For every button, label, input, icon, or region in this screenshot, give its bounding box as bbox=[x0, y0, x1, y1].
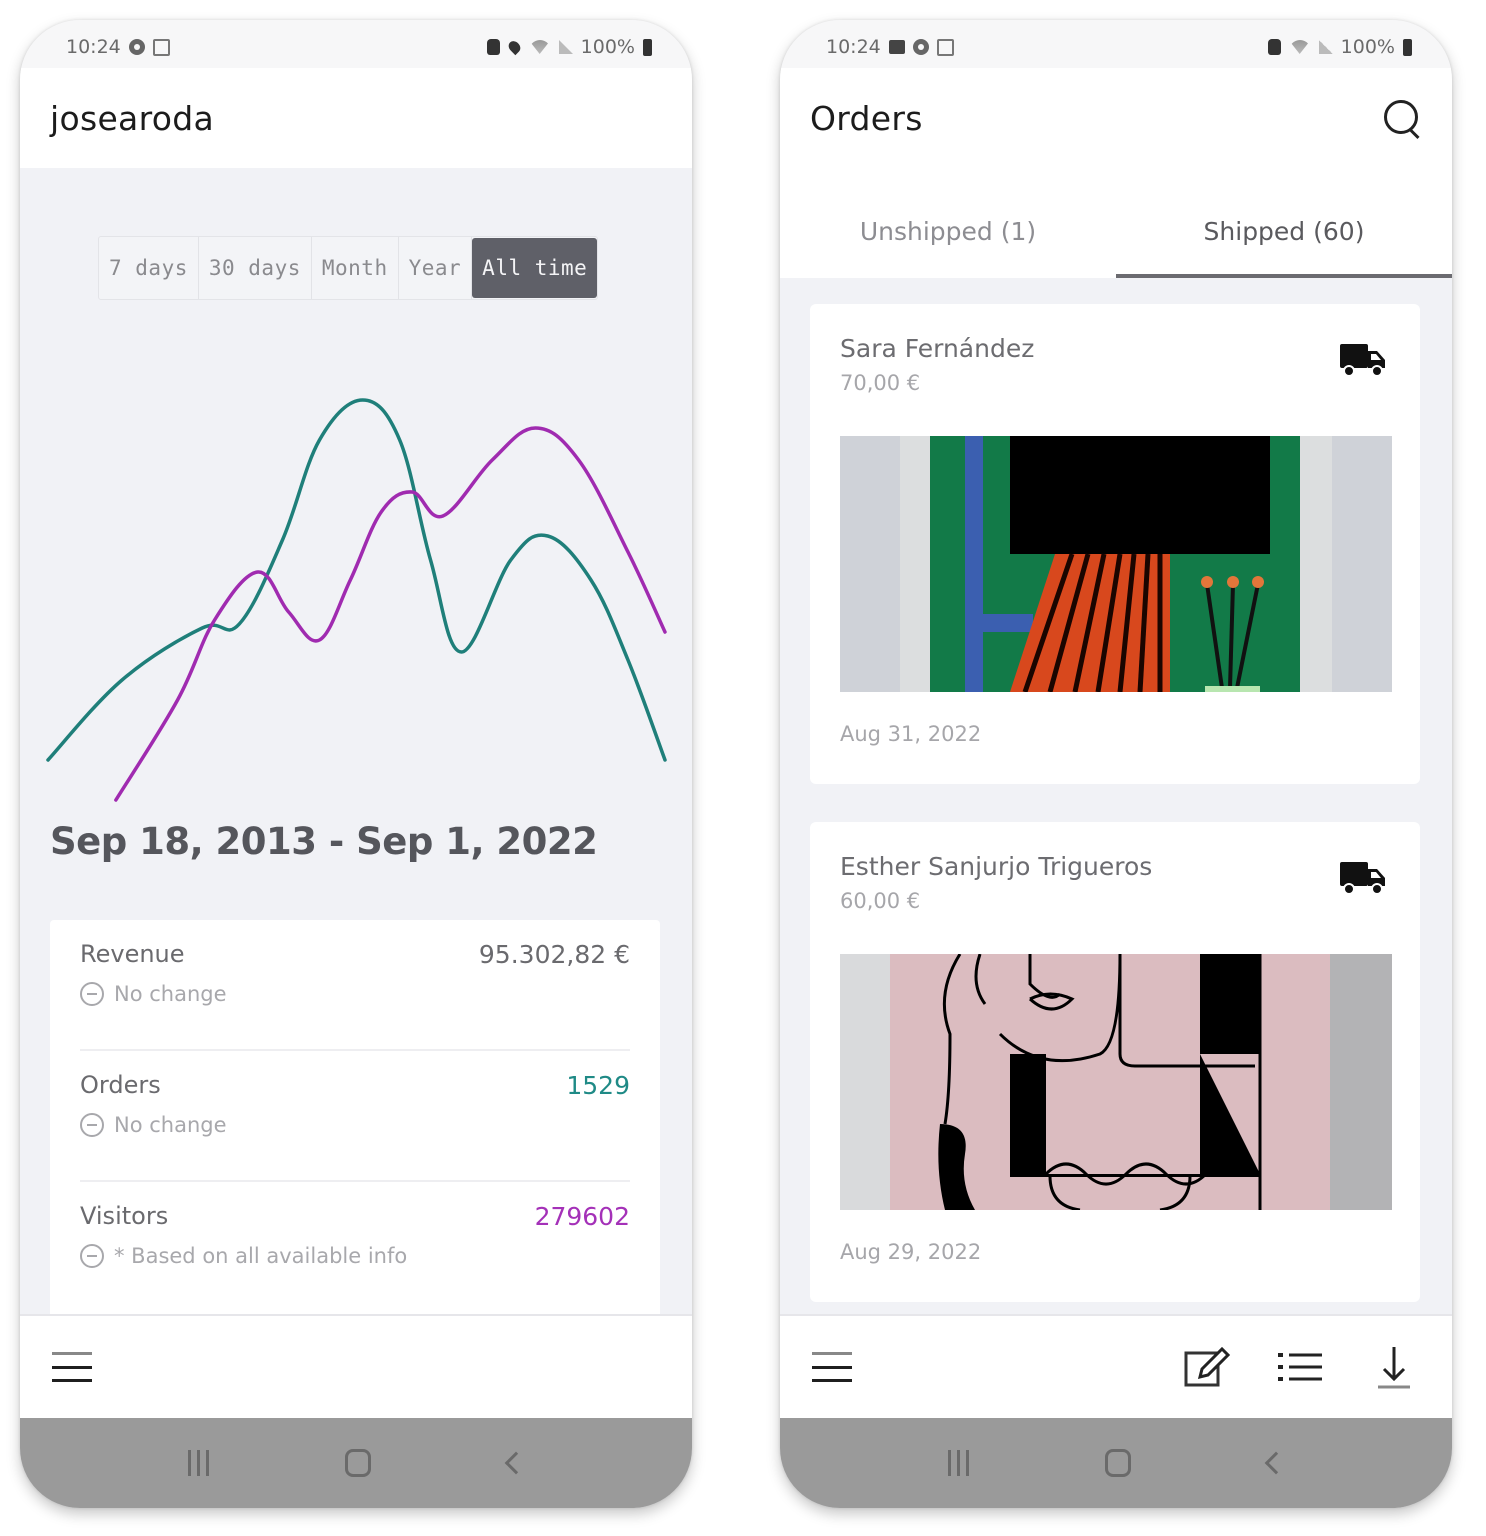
date-range-label: Sep 18, 2013 - Sep 1, 2022 bbox=[50, 820, 598, 863]
search-icon[interactable] bbox=[1382, 98, 1422, 138]
range-option-month[interactable]: Month bbox=[312, 237, 399, 299]
battery-percent: 100% bbox=[580, 36, 635, 58]
bottom-app-bar bbox=[20, 1314, 692, 1418]
system-nav-bar bbox=[20, 1418, 692, 1508]
dashboard-screen: 10:24 100% josearoda 7 days 30 days Mont… bbox=[20, 20, 692, 1508]
download-icon[interactable] bbox=[1368, 1341, 1420, 1393]
settings-notification-icon bbox=[912, 39, 929, 55]
stat-value-revenue: 95.302,82 € bbox=[478, 940, 630, 969]
status-bar: 10:24 100% bbox=[20, 20, 692, 68]
calendar-notification-icon bbox=[936, 38, 954, 56]
stat-label: Orders bbox=[80, 1071, 161, 1099]
order-date: Aug 31, 2022 bbox=[840, 722, 982, 746]
status-bar: 10:24 100% bbox=[780, 20, 1452, 68]
recent-apps-icon[interactable] bbox=[188, 1450, 210, 1476]
order-card[interactable]: Esther Sanjurjo Trigueros 60,00 € Aug 29… bbox=[810, 822, 1420, 1302]
list-icon[interactable] bbox=[1274, 1341, 1326, 1393]
stat-note: * Based on all available info bbox=[114, 1244, 408, 1268]
range-option-7-days[interactable]: 7 days bbox=[99, 237, 199, 299]
status-time: 10:24 bbox=[826, 36, 881, 58]
edit-icon[interactable] bbox=[1180, 1341, 1232, 1393]
stat-value-visitors: 279602 bbox=[534, 1202, 630, 1231]
status-time: 10:24 bbox=[66, 36, 121, 58]
stat-change: No change bbox=[114, 1113, 227, 1137]
truck-icon bbox=[1340, 862, 1385, 895]
home-icon[interactable] bbox=[345, 1449, 372, 1477]
no-change-icon bbox=[80, 982, 104, 1006]
stat-row-revenue: Revenue 95.302,82 € No change bbox=[80, 920, 630, 1051]
orders-screen: 10:24 100% Orders Unshipped (1) Shipped … bbox=[780, 20, 1452, 1508]
bottom-app-bar bbox=[780, 1314, 1452, 1418]
range-option-all-time[interactable]: All time bbox=[472, 238, 598, 298]
tab-unshipped[interactable]: Unshipped (1) bbox=[780, 168, 1116, 278]
battery-percent: 100% bbox=[1340, 36, 1395, 58]
product-image-woman-line-print bbox=[840, 954, 1392, 1210]
recent-apps-icon[interactable] bbox=[948, 1450, 970, 1476]
time-range-selector: 7 days 30 days Month Year All time bbox=[98, 236, 599, 300]
wifi-icon bbox=[528, 40, 551, 54]
range-option-30-days[interactable]: 30 days bbox=[199, 237, 312, 299]
page-title: Orders bbox=[810, 98, 923, 138]
tab-shipped[interactable]: Shipped (60) bbox=[1116, 168, 1452, 278]
product-image-jellyfish-print bbox=[840, 436, 1392, 692]
order-card[interactable]: Sara Fernández 70,00 € Aug 31, 2022 bbox=[810, 304, 1420, 784]
alarm-icon bbox=[486, 39, 500, 55]
hamburger-menu-icon[interactable] bbox=[52, 1352, 92, 1382]
stat-row-visitors: Visitors 279602 * Based on all available… bbox=[80, 1182, 630, 1313]
home-icon[interactable] bbox=[1105, 1449, 1132, 1477]
order-date: Aug 29, 2022 bbox=[840, 1240, 982, 1264]
chart-series-visitors bbox=[114, 426, 667, 802]
customer-name: Sara Fernández bbox=[840, 334, 1035, 363]
stats-card: Revenue 95.302,82 € No change Orders 152… bbox=[50, 920, 660, 1340]
calendar-notification-icon bbox=[152, 38, 170, 56]
stat-value-orders: 1529 bbox=[566, 1071, 630, 1100]
app-header: josearoda bbox=[20, 68, 692, 168]
order-amount: 60,00 € bbox=[840, 889, 921, 913]
stat-row-orders: Orders 1529 No change bbox=[80, 1051, 630, 1182]
order-tabs: Unshipped (1) Shipped (60) bbox=[780, 168, 1452, 278]
stats-line-chart bbox=[46, 398, 667, 802]
truck-icon bbox=[1340, 344, 1385, 377]
alarm-icon bbox=[1267, 39, 1281, 55]
battery-icon bbox=[643, 38, 652, 56]
stat-change: No change bbox=[114, 982, 227, 1006]
store-name: josearoda bbox=[50, 98, 214, 138]
back-icon[interactable] bbox=[504, 1451, 528, 1475]
signal-icon bbox=[1318, 40, 1333, 54]
range-option-year[interactable]: Year bbox=[399, 237, 473, 299]
gallery-notification-icon bbox=[888, 40, 905, 54]
back-icon[interactable] bbox=[1264, 1451, 1288, 1475]
system-nav-bar bbox=[780, 1418, 1452, 1508]
hamburger-menu-icon[interactable] bbox=[812, 1352, 852, 1382]
battery-icon bbox=[1403, 38, 1412, 56]
order-amount: 70,00 € bbox=[840, 371, 921, 395]
wifi-icon bbox=[1288, 40, 1311, 54]
location-icon bbox=[505, 38, 523, 56]
no-change-icon bbox=[80, 1113, 104, 1137]
settings-notification-icon bbox=[128, 39, 145, 55]
info-icon bbox=[80, 1244, 104, 1268]
customer-name: Esther Sanjurjo Trigueros bbox=[840, 852, 1153, 881]
signal-icon bbox=[558, 40, 573, 54]
app-header: Orders bbox=[780, 68, 1452, 168]
